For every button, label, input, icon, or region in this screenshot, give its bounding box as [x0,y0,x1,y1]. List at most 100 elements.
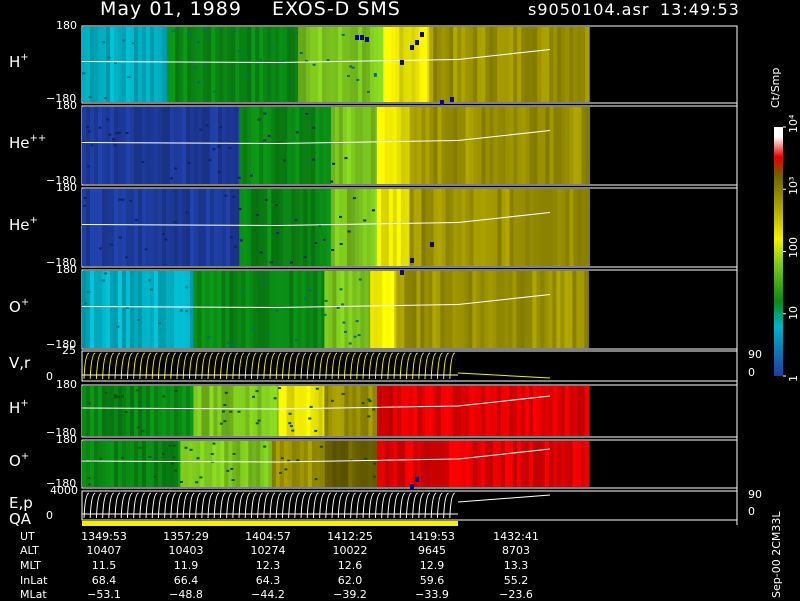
heatmap-cell [392,189,398,266]
heatmap-speckle [82,204,86,207]
heatmap-cell [445,107,450,184]
heatmap-cell [565,189,570,266]
heatmap-speckle [250,174,253,177]
heatmap-cell [330,107,336,184]
heatmap-cell [508,441,514,487]
heatmap-cell [90,189,95,266]
heatmap-cell [154,271,159,348]
heatmap-speckle [233,30,237,33]
heatmap-cell [134,441,139,487]
heatmap-speckle [174,167,178,170]
heatmap-cell [251,107,256,184]
ephemeris-label: MLat [20,588,47,601]
heatmap-cell [263,107,268,184]
heatmap-speckle [87,130,91,133]
heatmap-speckle [347,230,351,233]
heatmap-speckle [312,63,316,66]
heatmap-speckle [189,448,193,451]
heatmap-speckle [121,198,125,201]
heatmap-cell [544,441,550,487]
heatmap-cell [348,441,353,487]
heatmap-cell [557,27,562,102]
heatmap-cell [525,27,530,102]
heatmap-cell [581,189,586,266]
heatmap-speckle [339,288,343,291]
heatmap-speckle [187,33,191,36]
y-tick-top-oplus2: 180 [56,433,77,446]
heatmap-speckle [199,128,203,131]
heatmap-speckle [125,256,129,259]
panel-label-ep: E,p [9,493,33,512]
heatmap-cell [291,27,296,102]
heatmap-cell [191,27,196,102]
heatmap-speckle [364,457,368,460]
heatmap-cell [378,271,383,348]
heatmap-cell [383,27,388,102]
heatmap-cell [370,27,375,102]
heatmap-cell [230,107,235,184]
heatmap-speckle [229,410,233,413]
y-tick-top-heplus: 180 [56,181,77,194]
heatmap-cell [346,107,352,184]
heatmap-speckle [356,78,360,81]
heatmap-speckle [113,144,117,147]
file-name: s9050104.asr [528,0,650,19]
heatmap-cell [501,189,506,266]
heatmap-cell [565,27,570,102]
heatmap-cell [82,107,87,184]
heatmap-speckle [305,112,309,115]
heatmap-cell [364,441,369,487]
panel-label-oplus2: O+ [9,452,29,469]
heatmap-cell [380,107,386,184]
ephemeris-value: 64.3 [255,574,281,587]
heatmap-cell [285,271,290,348]
heatmap-cell [130,441,135,487]
ephemeris-value: 12.9 [419,559,445,572]
heatmap-cell [267,27,272,102]
heatmap-cell [568,441,574,487]
heatmap-cell [384,386,390,436]
heatmap-cell [561,107,566,184]
heatmap-cell [332,271,337,348]
heatmap-cell [485,27,490,102]
heatmap-cell [424,271,429,348]
heatmap-cell [150,441,155,487]
heatmap-cell [348,271,353,348]
heatmap-speckle [294,31,298,34]
heatmap-cell [235,27,240,102]
heatmap-speckle [263,445,267,448]
heatmap-speckle [231,479,235,481]
heatmap-speckle [102,41,106,44]
ephemeris-value: −48.8 [169,588,203,601]
heatmap-speckle [237,410,241,413]
heatmap-speckle [295,131,299,134]
heatmap-cell [158,189,163,266]
heatmap-cell [541,27,546,102]
heatmap-cell [180,441,185,487]
heatmap-cell [429,107,434,184]
heatmap-cell [488,386,494,436]
ephemeris-value: 68.4 [91,574,117,587]
heatmap-cell [374,271,379,348]
heatmap-cell [356,441,361,487]
heatmap-cell [226,189,231,266]
heatmap-cell [356,386,361,436]
heatmap-cell [193,386,198,436]
heatmap-speckle [179,309,183,312]
heatmap-speckle [153,475,157,478]
heatmap-cell [118,271,123,348]
heatmap-speckle [331,249,335,251]
ephemeris-value: 59.6 [419,574,445,587]
heatmap-cell [267,189,272,266]
heatmap-cell [212,441,217,487]
heatmap-cell [380,189,386,266]
heatmap-cell [166,441,171,487]
heatmap-cell [150,271,155,348]
heatmap-cell [453,107,458,184]
heatmap-cell [469,189,474,266]
heatmap-cell [174,189,179,266]
heatmap-cell [301,271,306,348]
heatmap-speckle [367,90,370,93]
heatmap-cell [158,271,163,348]
ephemeris-value: 10022 [332,544,368,557]
